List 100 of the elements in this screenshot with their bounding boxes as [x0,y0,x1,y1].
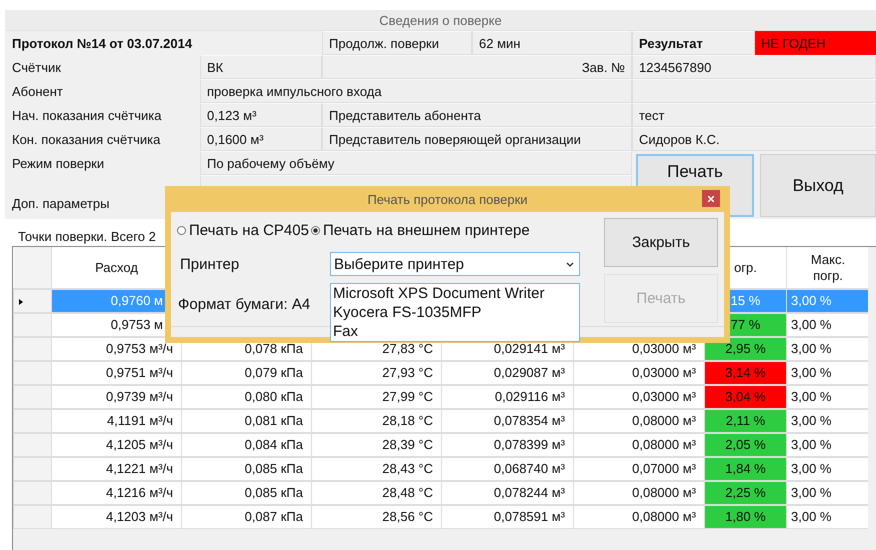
table-cell: 0,08000 м³ [632,485,696,500]
duration-label: Продолж. поверки [322,31,472,55]
result-value: НЕ ГОДЕН [755,31,876,55]
table-cell: 0,03000 м³ [632,389,696,404]
serial-value: 1234567890 [632,55,876,79]
table-cell: 3,00 % [791,341,832,356]
representative-value: тест [632,103,876,127]
result-label: Результат [632,31,755,55]
printer-option[interactable]: Fax [331,322,579,341]
field-label: Кон. показания счётчика [11,130,162,148]
table-cell: 3,00 % [791,413,832,428]
table-cell: 3,00 % [791,317,832,332]
table-cell: 0,084 кПа [244,437,303,452]
table-cell: 4,1191 м³/ч [106,413,173,428]
close-button[interactable] [702,190,720,207]
column-header[interactable]: Расход [95,260,138,276]
field-label: Счётчик [11,58,62,76]
serial-label: Зав. № [322,55,632,79]
table-cell: 28,43 °C [382,461,433,476]
printer-select[interactable]: Выберите принтер [330,252,580,276]
table-cell: 3,00 % [791,461,832,476]
table-caption: Точки поверки. Всего 2 [18,229,156,244]
table-cell: 4,1221 м³/ч [106,461,173,476]
table-cell: 0,08000 м³ [632,413,696,428]
table-cell: 0,080 кПа [244,389,303,404]
representative-label: Представитель абонента [322,103,632,127]
table-cell: 27,99 °C [382,389,433,404]
table-cell: 0,9753 м³/ч [106,341,173,356]
table-cell: 3,00 % [791,293,832,308]
table-cell: 1,84 % [725,461,766,476]
table-cell: 0,08000 м³ [632,437,696,452]
table-cell: 27,93 °C [382,365,433,380]
table-cell: 0,078399 м³ [494,437,565,452]
table-cell: 2,05 % [725,437,766,452]
table-cell: 3,00 % [791,365,832,380]
protocol-title: Протокол №14 от 03.07.2014 [11,34,194,53]
dialog-button[interactable]: Закрыть [604,218,718,267]
table-cell: 0,079 кПа [244,365,303,380]
table-cell: 28,18 °C [382,413,433,428]
table-cell: 0,029116 м³ [494,389,565,404]
table-cell: 27,83 °C [382,341,433,356]
table-cell: 0,07000 м³ [632,461,696,476]
meter-value: ВК [200,55,322,79]
table-cell: 0,087 кПа [244,509,303,524]
table-cell: 0,081 кПа [244,413,303,428]
field-label: Нач. показания счётчика [11,106,162,124]
row-pointer-icon [19,299,23,305]
table-cell: 0,068740 м³ [494,461,565,476]
table-cell: 2,25 % [725,485,766,500]
table-cell: 0,078591 м³ [494,509,565,524]
paper-format: Формат бумаги: A4 [178,296,310,313]
printer-option[interactable]: Microsoft XPS Document Writer [331,284,579,303]
radio-option[interactable]: Печать на CP405 [177,222,309,239]
caret-icon [566,262,574,267]
table-cell: 3,14 % [725,365,766,380]
table-cell: 3,00 % [791,389,832,404]
printer-option[interactable]: Kyocera FS-1035MFP [331,303,579,322]
table-cell: 0,08000 м³ [632,509,696,524]
table-cell: 15 % [730,293,760,308]
table-cell: 0,03000 м³ [632,365,696,380]
reading-value: 0,123 м³ [200,103,322,127]
table-cell: 0,9739 м³/ч [106,389,173,404]
table-cell: 0,029087 м³ [494,365,565,380]
table-cell: 0,9760 м [110,293,163,308]
table-cell: 0,078244 м³ [494,485,565,500]
table-cell: 3,04 % [725,389,766,404]
table-cell: 0,03000 м³ [632,341,696,356]
table-cell: 3,00 % [791,509,832,524]
dialog-title: Печать протокола поверки [367,192,528,206]
mode-value: По рабочему объёму [200,151,632,175]
subscriber-value: проверка импульсного входа [200,79,632,103]
duration-value: 62 мин [472,31,632,55]
table-cell: 4,1216 м³/ч [106,485,173,500]
table-cell: 3,00 % [791,485,832,500]
field-label: Режим поверки [11,154,106,173]
table-cell: 28,48 °C [382,485,433,500]
table-cell: 0,029141 м³ [494,341,565,356]
table-cell: 28,39 °C [382,437,433,452]
table-cell: 2,11 % [726,413,766,428]
table-cell: 3,00 % [791,437,832,452]
table-cell: 0,9751 м³/ч [106,365,173,380]
printer-label: Принтер [180,256,240,272]
representative-label: Представитель поверяющей организации [322,127,632,151]
table-cell: 0,078354 м³ [494,413,565,428]
table-cell: 28,56 °C [382,509,433,524]
column-header[interactable]: огр. [734,260,757,276]
table-cell: 4,1203 м³/ч [106,509,173,524]
table-cell: 77 % [730,317,760,332]
close-icon [708,196,714,202]
table-cell: 1,80 % [725,509,766,524]
table-cell: 0,078 кПа [244,341,303,356]
reading-value: 0,1600 м³ [200,127,322,151]
radio-option[interactable]: Печать на внешнем принтере [310,222,530,239]
form-button[interactable]: Выход [760,154,876,217]
table-cell: 0,9753 м [110,317,163,332]
table-cell: 0,085 кПа [244,461,303,476]
representative-value: Сидоров К.С. [632,127,876,151]
window-title: Сведения о поверке [379,12,502,28]
field-label: Доп. параметры [11,195,110,213]
table-cell: 0,085 кПа [244,485,303,500]
